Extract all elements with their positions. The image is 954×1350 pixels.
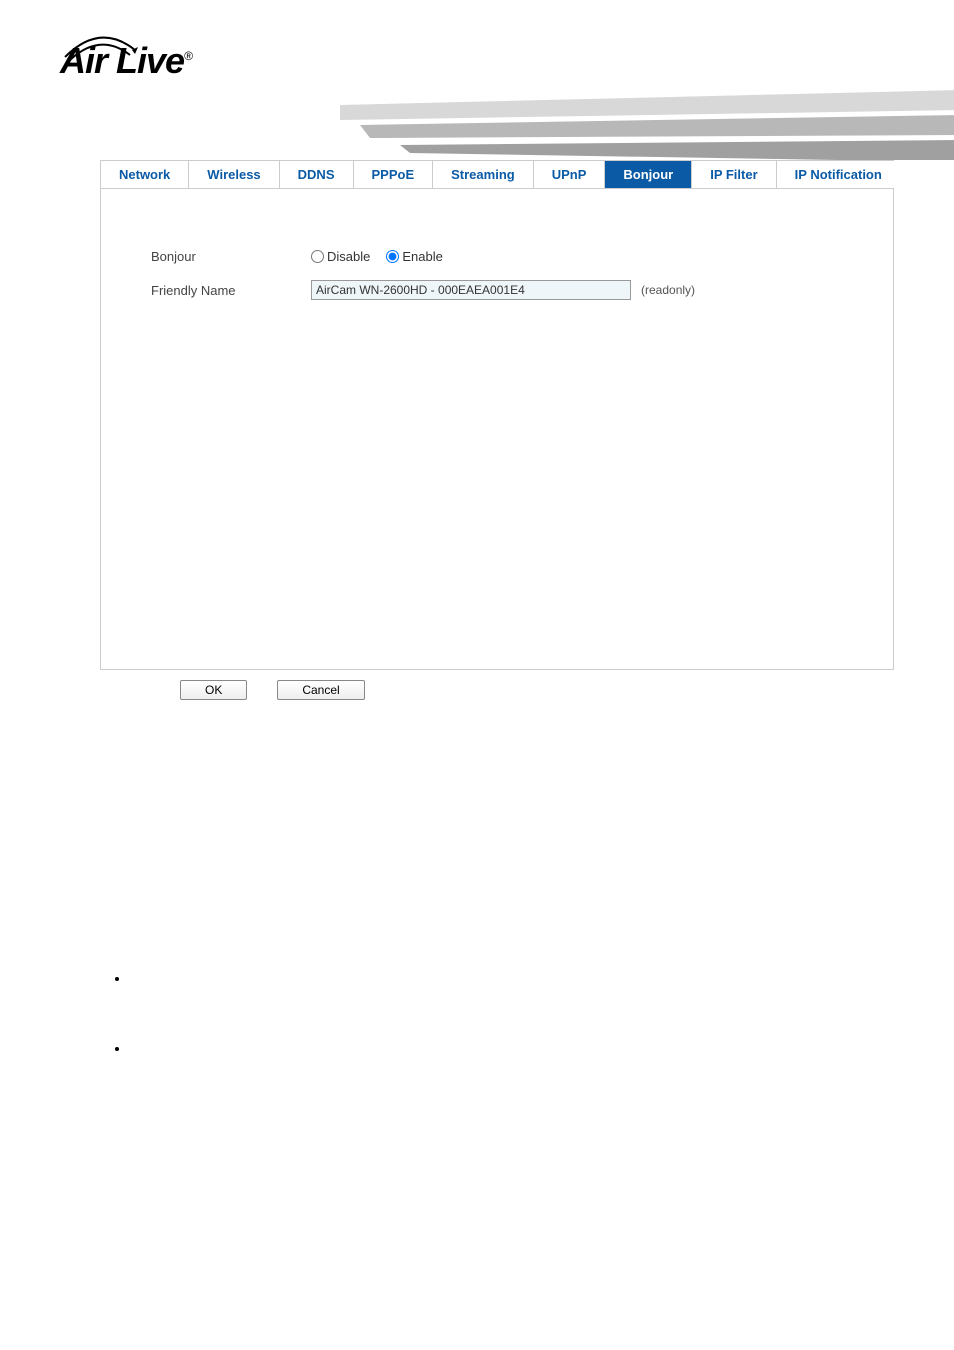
registered-icon: ® (184, 49, 192, 63)
tab-bonjour[interactable]: Bonjour (605, 161, 692, 188)
bonjour-disable-radio[interactable] (311, 250, 324, 263)
friendly-name-row: Friendly Name (readonly) (151, 280, 853, 300)
form-area: Bonjour Disable Enable Friendly Name (re… (101, 189, 893, 669)
list-item (130, 1040, 954, 1058)
tab-pppoe[interactable]: PPPoE (354, 161, 434, 188)
friendly-name-input[interactable] (311, 280, 631, 300)
ok-button[interactable]: OK (180, 680, 247, 700)
tab-network[interactable]: Network (101, 161, 189, 188)
page: Air Live® Network Wireless DDNS PPPoE St… (0, 0, 954, 1350)
brand-logo: Air Live® (60, 40, 954, 82)
tab-upnp[interactable]: UPnP (534, 161, 606, 188)
bonjour-label: Bonjour (151, 249, 311, 264)
tab-wireless[interactable]: Wireless (189, 161, 279, 188)
friendly-name-label: Friendly Name (151, 283, 311, 298)
content-panel: Network Wireless DDNS PPPoE Streaming UP… (100, 160, 894, 670)
list-item (130, 970, 954, 1040)
disable-label: Disable (327, 249, 370, 264)
logo-arc-icon (60, 32, 140, 62)
tab-ipnotification[interactable]: IP Notification (777, 161, 900, 188)
readonly-hint: (readonly) (641, 283, 695, 297)
cancel-button[interactable]: Cancel (277, 680, 364, 700)
bonjour-row: Bonjour Disable Enable (151, 249, 853, 264)
enable-label: Enable (402, 249, 442, 264)
swoosh-decoration (340, 90, 954, 160)
bonjour-enable-radio[interactable] (386, 250, 399, 263)
tab-ipfilter[interactable]: IP Filter (692, 161, 776, 188)
bonjour-radio-group: Disable Enable (311, 249, 453, 264)
tab-ddns[interactable]: DDNS (280, 161, 354, 188)
tab-bar: Network Wireless DDNS PPPoE Streaming UP… (101, 161, 893, 189)
tab-streaming[interactable]: Streaming (433, 161, 534, 188)
bonjour-disable-option[interactable]: Disable (311, 249, 370, 264)
bonjour-enable-option[interactable]: Enable (386, 249, 442, 264)
button-bar: OK Cancel (180, 680, 954, 710)
doc-bullets (130, 970, 954, 1058)
